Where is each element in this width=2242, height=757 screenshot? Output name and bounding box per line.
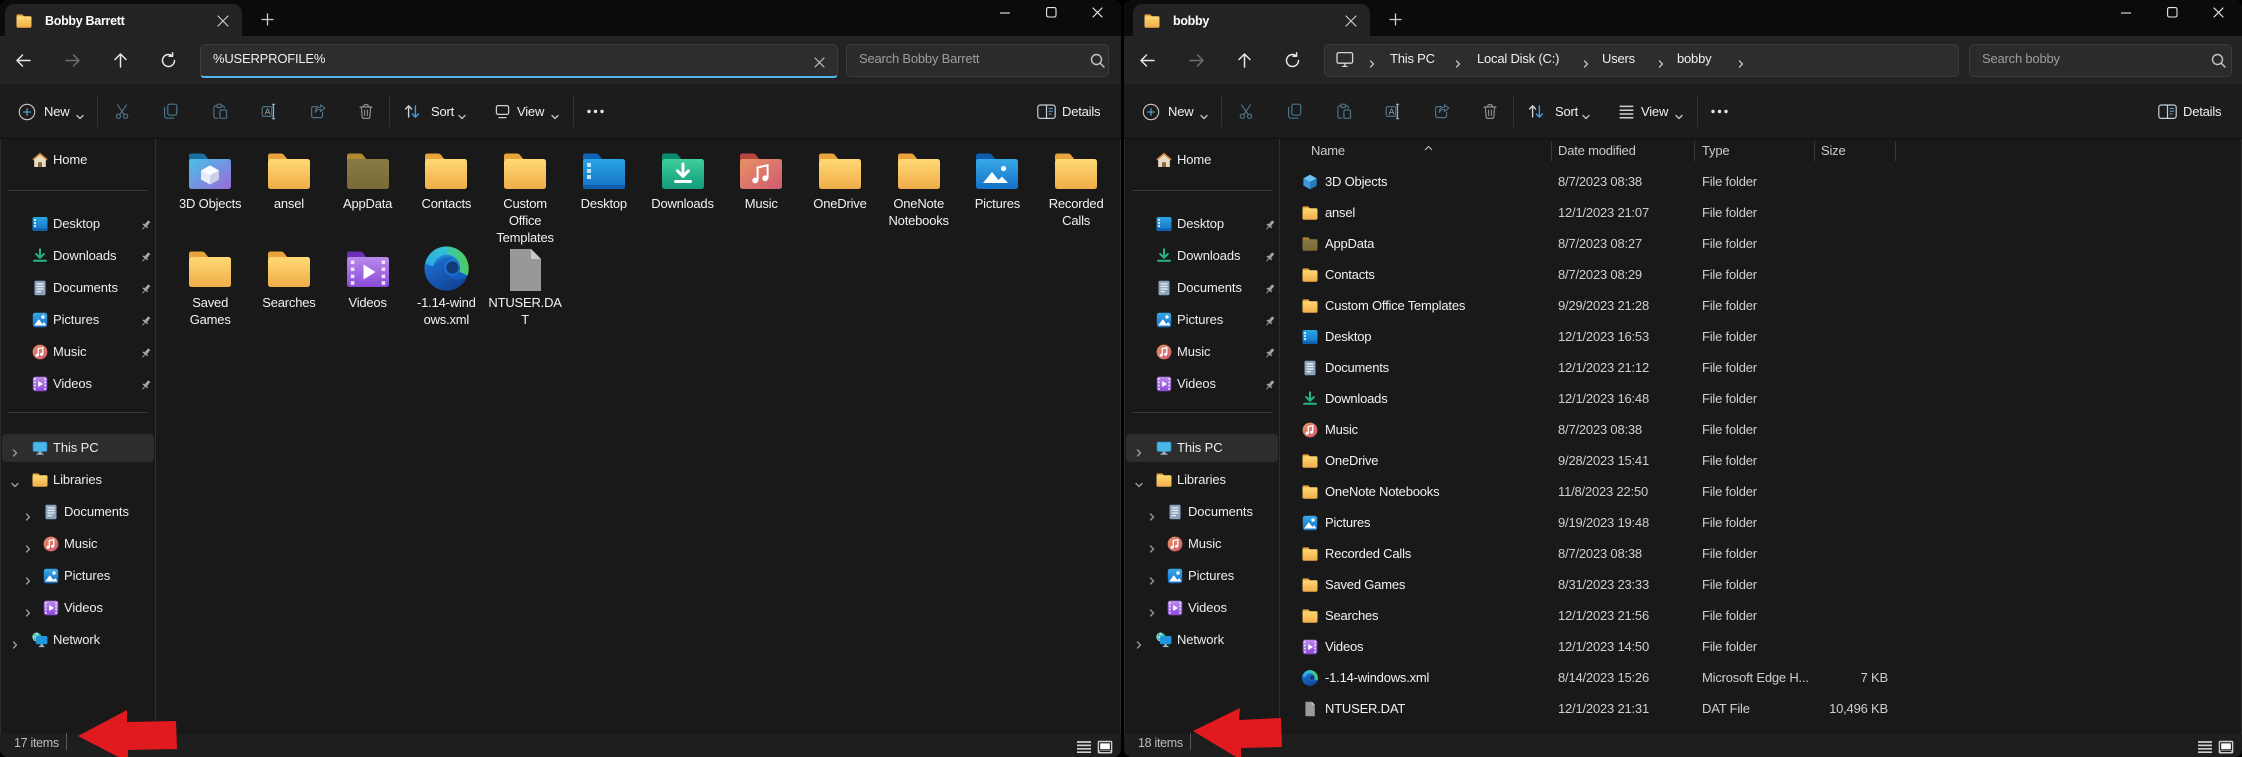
svg-text:A: A xyxy=(265,107,271,117)
svg-text:A: A xyxy=(1389,107,1395,117)
